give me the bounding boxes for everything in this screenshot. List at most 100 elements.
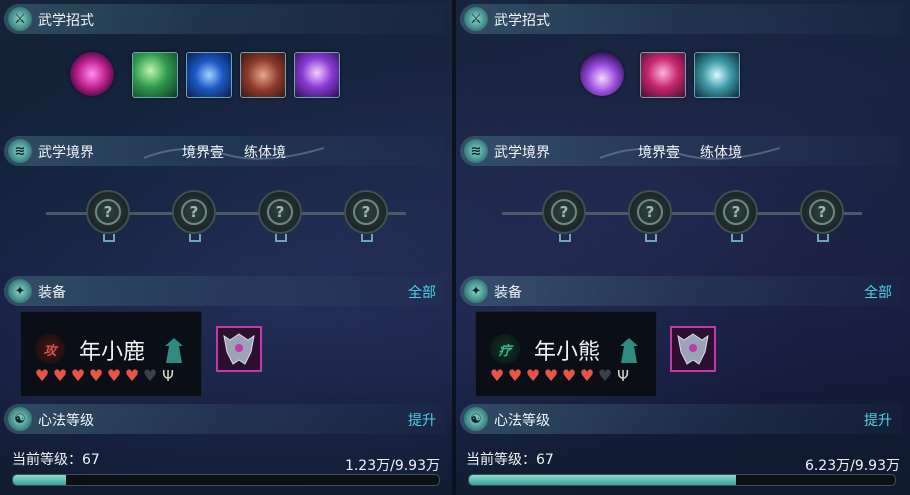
upgrade-link[interactable]: 提升 [408, 410, 436, 430]
character-card[interactable]: 攻 年小鹿 ♥ ♥ ♥ ♥ ♥ ♥ ♥ Ψ [20, 311, 202, 397]
question-icon: ? [353, 199, 379, 225]
realm-node[interactable]: ? [344, 190, 388, 242]
armor-icon: ✦ [464, 279, 488, 303]
heart-empty-icon: ♥ [142, 366, 158, 385]
progress-fill [469, 475, 737, 485]
skill-list [580, 52, 750, 98]
heart-icon: ♥ [52, 366, 68, 385]
realm-node[interactable]: ? [86, 190, 130, 242]
realm-stage: 境界壹 [638, 145, 680, 161]
swirl-icon: ≋ [8, 139, 32, 163]
realm-header: ≋ 武学境界 境界壹 练体境 [4, 136, 446, 166]
green-wind-skill-icon[interactable] [132, 52, 178, 98]
character-panel-left: ⚔ 武学招式 ≋ 武学境界 境界壹 练体境 ? ? ? ? ✦ 装备 全部 攻 … [0, 0, 450, 495]
sword-icon: ⚔ [464, 7, 488, 31]
realm-title: 武学境界 [494, 145, 550, 161]
realm-track: ? ? ? ? [502, 190, 862, 242]
mind-title: 心法等级 [494, 413, 550, 429]
lock-icon [275, 234, 287, 242]
armor-icon: ✦ [8, 279, 32, 303]
heart-icon: ♥ [124, 366, 140, 385]
meditation-icon: ☯ [8, 407, 32, 431]
question-icon: ? [637, 199, 663, 225]
magenta-seal-icon[interactable] [70, 52, 114, 96]
hearts-row: ♥ ♥ ♥ ♥ ♥ ♥ ♥ Ψ [33, 366, 177, 386]
pink-dancer-skill-icon[interactable] [640, 52, 686, 98]
skills-header: ⚔ 武学招式 [4, 4, 446, 34]
realm-title: 武学境界 [38, 145, 94, 161]
character-panel-right: ⚔ 武学招式 ≋ 武学境界 境界壹 练体境 ? ? ? ? ✦ 装备 全部 疗 … [456, 0, 906, 495]
red-rock-skill-icon[interactable] [240, 52, 286, 98]
heart-icon: ♥ [106, 366, 122, 385]
lock-icon [731, 234, 743, 242]
progress-bar [468, 474, 896, 486]
question-icon: ? [267, 199, 293, 225]
winged-armor-icon [223, 333, 255, 365]
antler-icon: Ψ [617, 367, 629, 385]
cloud-ornament [600, 147, 780, 160]
question-icon: ? [181, 199, 207, 225]
progress-text: 6.23万/9.93万 [804, 458, 900, 474]
heart-icon: ♥ [70, 366, 86, 385]
realm-node[interactable]: ? [800, 190, 844, 242]
skills-header: ⚔ 武学招式 [460, 4, 902, 34]
heart-icon: ♥ [88, 366, 104, 385]
character-name: 年小熊 [534, 340, 601, 365]
heart-icon: ♥ [489, 366, 505, 385]
current-level: 当前等级：67 [12, 452, 100, 468]
realm-node[interactable]: ? [628, 190, 672, 242]
skills-title: 武学招式 [38, 13, 94, 29]
hearts-row: ♥ ♥ ♥ ♥ ♥ ♥ ♥ Ψ [488, 366, 632, 386]
heart-icon: ♥ [543, 366, 559, 385]
heart-empty-icon: ♥ [597, 366, 613, 385]
swirl-icon: ≋ [464, 139, 488, 163]
realm-name: 练体境 [700, 145, 742, 161]
equipment-header: ✦ 装备 全部 [460, 276, 902, 306]
question-icon: ? [551, 199, 577, 225]
question-icon: ? [95, 199, 121, 225]
realm-stage: 境界壹 [182, 145, 224, 161]
progress-bar [12, 474, 440, 486]
meditation-icon: ☯ [464, 407, 488, 431]
realm-track: ? ? ? ? [46, 190, 406, 242]
character-card[interactable]: 疗 年小熊 ♥ ♥ ♥ ♥ ♥ ♥ ♥ Ψ [475, 311, 657, 397]
realm-node[interactable]: ? [542, 190, 586, 242]
character-name: 年小鹿 [79, 340, 146, 365]
cyan-shell-skill-icon[interactable] [694, 52, 740, 98]
cloud-ornament [144, 147, 324, 160]
armor-equipment-slot[interactable] [670, 326, 716, 372]
skills-title: 武学招式 [494, 13, 550, 29]
upgrade-link[interactable]: 提升 [864, 410, 892, 430]
lock-icon [559, 234, 571, 242]
role-badge: 攻 [35, 334, 65, 364]
lock-icon [189, 234, 201, 242]
heart-icon: ♥ [579, 366, 595, 385]
equipment-title: 装备 [38, 285, 66, 301]
heart-icon: ♥ [525, 366, 541, 385]
armor-equipment-slot[interactable] [216, 326, 262, 372]
progress-text: 1.23万/9.93万 [344, 458, 440, 474]
view-all-link[interactable]: 全部 [408, 282, 436, 302]
winged-armor-icon [677, 333, 709, 365]
antler-icon: Ψ [162, 367, 174, 385]
cloaked-figure-icon [165, 338, 183, 363]
role-badge: 疗 [490, 334, 520, 364]
lock-icon [645, 234, 657, 242]
heart-icon: ♥ [507, 366, 523, 385]
realm-node[interactable]: ? [258, 190, 302, 242]
mind-header: ☯ 心法等级 提升 [460, 404, 902, 434]
lock-icon [817, 234, 829, 242]
blue-serpent-skill-icon[interactable] [186, 52, 232, 98]
mind-title: 心法等级 [38, 413, 94, 429]
realm-node[interactable]: ? [714, 190, 758, 242]
realm-node[interactable]: ? [172, 190, 216, 242]
question-icon: ? [723, 199, 749, 225]
purple-crystal-icon[interactable] [580, 52, 624, 96]
sword-icon: ⚔ [8, 7, 32, 31]
view-all-link[interactable]: 全部 [864, 282, 892, 302]
realm-name: 练体境 [244, 145, 286, 161]
heart-icon: ♥ [561, 366, 577, 385]
purple-dancer-skill-icon[interactable] [294, 52, 340, 98]
equipment-header: ✦ 装备 全部 [4, 276, 446, 306]
cloaked-figure-icon [620, 338, 638, 363]
